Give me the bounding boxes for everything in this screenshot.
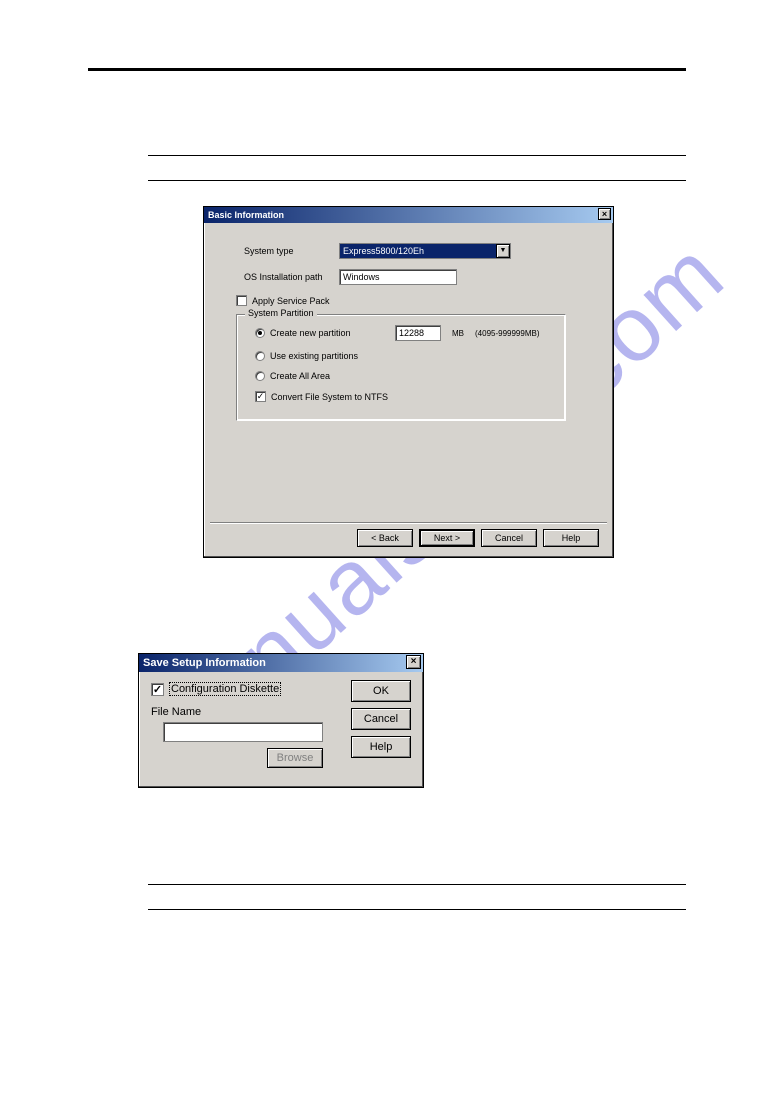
dialog-button-column: OK Cancel Help bbox=[351, 680, 411, 758]
os-path-label: OS Installation path bbox=[244, 272, 339, 282]
system-type-value: Express5800/120Eh bbox=[340, 244, 496, 258]
create-new-partition-radio[interactable]: Create new partition 12288 MB (4095-9999… bbox=[255, 325, 553, 341]
help-button[interactable]: Help bbox=[543, 529, 599, 547]
use-existing-partitions-radio[interactable]: Use existing partitions bbox=[255, 351, 553, 361]
page-top-rule bbox=[88, 68, 686, 71]
system-type-combobox[interactable]: Express5800/120Eh ▼ bbox=[339, 243, 511, 259]
file-name-label: File Name bbox=[151, 706, 331, 718]
browse-button[interactable]: Browse bbox=[267, 748, 323, 768]
system-type-label: System type bbox=[244, 246, 339, 256]
configuration-diskette-checkbox[interactable]: ✓ Configuration Diskette bbox=[151, 682, 331, 696]
close-icon[interactable]: × bbox=[598, 208, 611, 220]
apply-service-pack-label: Apply Service Pack bbox=[252, 296, 330, 306]
create-all-area-radio[interactable]: Create All Area bbox=[255, 371, 553, 381]
checkbox-icon bbox=[236, 295, 247, 306]
os-path-value: Windows bbox=[343, 272, 380, 282]
use-existing-partitions-label: Use existing partitions bbox=[270, 351, 358, 361]
help-button[interactable]: Help bbox=[351, 736, 411, 758]
save-setup-information-dialog: Save Setup Information × ✓ Configuration… bbox=[138, 653, 424, 788]
os-path-row: OS Installation path Windows bbox=[244, 269, 583, 285]
basic-information-dialog: Basic Information × System type Express5… bbox=[203, 206, 614, 558]
dialog-title: Basic Information bbox=[208, 210, 284, 220]
page-rule bbox=[148, 155, 686, 156]
ok-button[interactable]: OK bbox=[351, 680, 411, 702]
dialog-title: Save Setup Information bbox=[143, 657, 266, 669]
mb-unit-label: MB bbox=[452, 329, 464, 338]
create-all-area-label: Create All Area bbox=[270, 371, 330, 381]
mb-range-label: (4095-999999MB) bbox=[475, 329, 539, 338]
radio-icon bbox=[255, 351, 265, 361]
page-rule bbox=[148, 180, 686, 181]
configuration-diskette-label: Configuration Diskette bbox=[169, 682, 281, 696]
apply-service-pack-checkbox[interactable]: Apply Service Pack bbox=[236, 295, 583, 306]
dialog-body: System type Express5800/120Eh ▼ OS Insta… bbox=[204, 223, 613, 431]
dialog-titlebar[interactable]: Basic Information × bbox=[204, 207, 613, 223]
file-name-input[interactable] bbox=[163, 722, 323, 742]
dialog-titlebar[interactable]: Save Setup Information × bbox=[139, 654, 423, 672]
partition-size-value: 12288 bbox=[399, 328, 424, 338]
back-button[interactable]: < Back bbox=[357, 529, 413, 547]
dialog-body: ✓ Configuration Diskette File Name Brows… bbox=[139, 672, 423, 787]
next-button[interactable]: Next > bbox=[419, 529, 475, 547]
convert-ntfs-checkbox[interactable]: ✓ Convert File System to NTFS bbox=[255, 391, 553, 402]
page-rule bbox=[148, 909, 686, 910]
dialog-left-pane: ✓ Configuration Diskette File Name Brows… bbox=[151, 682, 331, 768]
radio-icon bbox=[255, 371, 265, 381]
cancel-button[interactable]: Cancel bbox=[351, 708, 411, 730]
button-divider bbox=[210, 522, 607, 523]
page-rule bbox=[148, 884, 686, 885]
chevron-down-icon[interactable]: ▼ bbox=[496, 244, 510, 258]
create-new-partition-label: Create new partition bbox=[270, 328, 390, 338]
os-path-input[interactable]: Windows bbox=[339, 269, 457, 285]
close-icon[interactable]: × bbox=[406, 655, 421, 669]
convert-ntfs-label: Convert File System to NTFS bbox=[271, 392, 388, 402]
system-type-row: System type Express5800/120Eh ▼ bbox=[244, 243, 583, 259]
dialog-button-row: < Back Next > Cancel Help bbox=[357, 529, 599, 547]
partition-size-input[interactable]: 12288 bbox=[395, 325, 441, 341]
checkbox-icon: ✓ bbox=[255, 391, 266, 402]
checkbox-icon: ✓ bbox=[151, 683, 164, 696]
cancel-button[interactable]: Cancel bbox=[481, 529, 537, 547]
radio-icon bbox=[255, 328, 265, 338]
system-partition-group: System Partition Create new partition 12… bbox=[236, 314, 566, 421]
group-legend: System Partition bbox=[245, 308, 317, 318]
